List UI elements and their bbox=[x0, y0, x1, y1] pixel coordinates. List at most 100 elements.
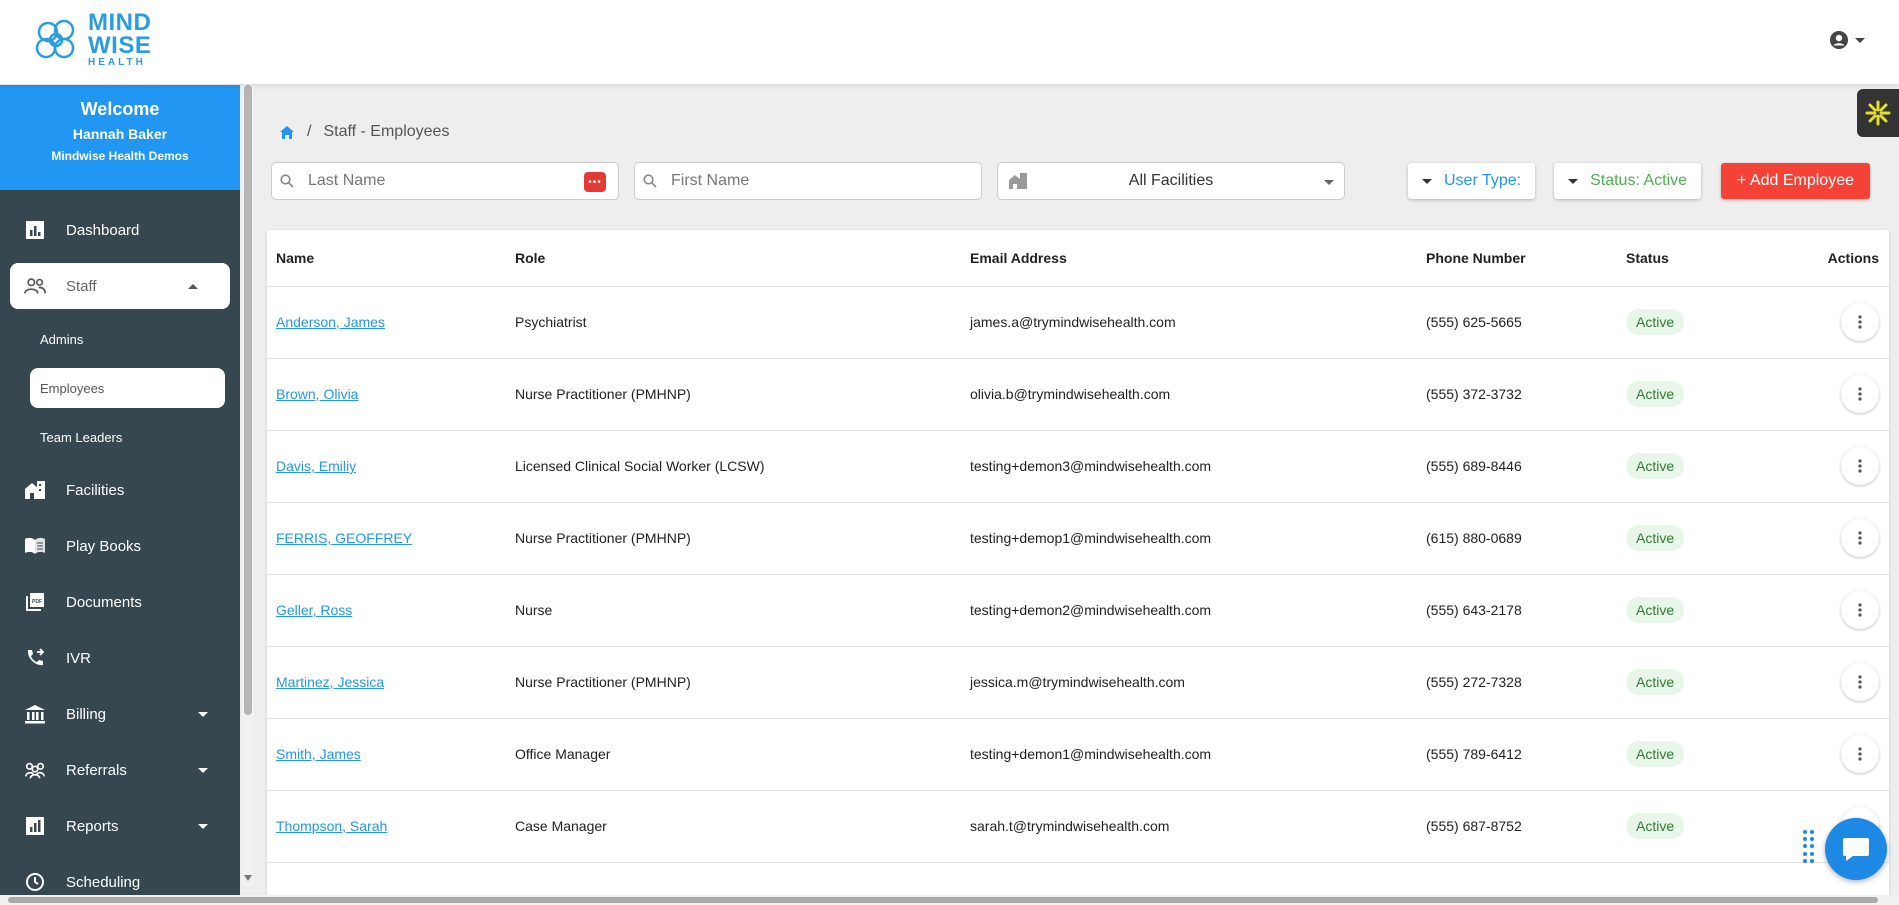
sidebar-nav: Dashboard Staff Admins Employees Team Le… bbox=[0, 190, 240, 905]
sidebar-item-referrals[interactable]: Referrals bbox=[0, 742, 240, 798]
chat-launcher-button[interactable] bbox=[1825, 818, 1887, 880]
sidebar-item-label: Documents bbox=[66, 593, 142, 611]
sidebar-item-play-books[interactable]: Play Books bbox=[0, 518, 240, 574]
sidebar-item-staff[interactable]: Staff bbox=[10, 263, 230, 309]
more-vert-icon bbox=[1858, 459, 1862, 473]
search-icon bbox=[643, 174, 657, 188]
table-row: Martinez, Jessica Nurse Practitioner (PM… bbox=[267, 646, 1889, 719]
account-circle-icon bbox=[1830, 31, 1848, 49]
logo-mark-icon bbox=[35, 19, 75, 58]
chevron-down-icon bbox=[1422, 178, 1432, 184]
row-actions-button[interactable] bbox=[1841, 447, 1879, 485]
employee-name-link[interactable]: Thompson, Sarah bbox=[276, 818, 387, 834]
scroll-down-arrow-icon[interactable] bbox=[244, 875, 252, 881]
book-icon bbox=[24, 535, 46, 557]
column-header-status[interactable]: Status bbox=[1617, 230, 1767, 287]
status-badge: Active bbox=[1626, 741, 1685, 767]
employee-phone: (555) 687-8752 bbox=[1417, 790, 1617, 863]
more-vert-icon bbox=[1858, 531, 1862, 545]
column-header-name[interactable]: Name bbox=[267, 230, 506, 287]
assistant-widget-tab[interactable] bbox=[1857, 89, 1899, 137]
status-badge: Active bbox=[1626, 597, 1685, 623]
logo-line-3: HEALTH bbox=[88, 56, 146, 68]
chevron-up-icon bbox=[188, 283, 198, 289]
dashboard-icon bbox=[24, 219, 46, 241]
employee-name-link[interactable]: Davis, Emiliy bbox=[276, 458, 356, 474]
employee-name-link[interactable]: FERRIS, GEOFFREY bbox=[276, 530, 412, 546]
employee-email: sarah.t@trymindwisehealth.com bbox=[961, 790, 1417, 863]
staff-icon bbox=[24, 275, 46, 297]
column-header-email[interactable]: Email Address bbox=[961, 230, 1417, 287]
row-actions-button[interactable] bbox=[1841, 519, 1879, 557]
row-actions-button[interactable] bbox=[1841, 735, 1879, 773]
employee-name-link[interactable]: Smith, James bbox=[276, 746, 361, 762]
facility-select[interactable]: All Facilities bbox=[997, 162, 1345, 200]
sidebar-subitem-admins[interactable]: Admins bbox=[0, 314, 240, 364]
employee-role: Nurse bbox=[506, 574, 961, 647]
employee-name-link[interactable]: Anderson, James bbox=[276, 314, 385, 330]
documents-icon: PDF bbox=[24, 591, 46, 613]
row-actions-button[interactable] bbox=[1841, 375, 1879, 413]
sidebar-item-billing[interactable]: Billing bbox=[0, 686, 240, 742]
welcome-panel: Welcome Hannah Baker Mindwise Health Dem… bbox=[0, 85, 240, 190]
sidebar-item-label: Staff bbox=[66, 277, 97, 295]
keyboard-icon[interactable]: ••• bbox=[584, 172, 606, 192]
employee-role: Nurse Practitioner (PMHNP) bbox=[506, 502, 961, 575]
home-icon[interactable] bbox=[279, 125, 295, 140]
first-name-field[interactable] bbox=[634, 162, 982, 200]
chevron-down-icon bbox=[1324, 180, 1334, 185]
sidebar-item-documents[interactable]: PDF Documents bbox=[0, 574, 240, 630]
row-actions-button[interactable] bbox=[1841, 663, 1879, 701]
status-badge: Active bbox=[1626, 813, 1685, 839]
last-name-field[interactable]: ••• bbox=[271, 162, 619, 200]
row-actions-button[interactable] bbox=[1841, 303, 1879, 341]
mindwise-logo[interactable]: MIND WISE HEALTH bbox=[32, 11, 151, 68]
reports-icon bbox=[24, 815, 46, 837]
sidebar-scrollbar-thumb[interactable] bbox=[244, 85, 252, 715]
row-actions-button[interactable] bbox=[1841, 591, 1879, 629]
employee-phone: (555) 643-2178 bbox=[1417, 574, 1617, 647]
add-employee-button[interactable]: + Add Employee bbox=[1721, 163, 1870, 199]
employee-name-link[interactable]: Brown, Olivia bbox=[276, 386, 358, 402]
sidebar-item-reports[interactable]: Reports bbox=[0, 798, 240, 854]
breadcrumb-current: Staff - Employees bbox=[323, 123, 450, 140]
column-header-role[interactable]: Role bbox=[506, 230, 961, 287]
employee-role: Nurse Practitioner (PMHNP) bbox=[506, 646, 961, 719]
user-type-button[interactable]: User Type: bbox=[1408, 163, 1536, 199]
status-badge: Active bbox=[1626, 669, 1685, 695]
status-badge: Active bbox=[1626, 309, 1685, 335]
referrals-icon bbox=[24, 759, 46, 781]
table-row: Brown, Olivia Nurse Practitioner (PMHNP)… bbox=[267, 358, 1889, 431]
sidebar-scrollbar[interactable] bbox=[242, 85, 254, 885]
user-menu[interactable] bbox=[1829, 30, 1865, 50]
sidebar-subitem-team-leaders[interactable]: Team Leaders bbox=[0, 412, 240, 462]
employee-phone: (555) 625-5665 bbox=[1417, 286, 1617, 359]
status-filter-label: Status: Active bbox=[1590, 172, 1688, 189]
table-row: Smith, James Office Manager testing+demo… bbox=[267, 718, 1889, 791]
main-content: / Staff - Employees ••• All Facilities U… bbox=[255, 85, 1899, 900]
employee-phone: (555) 372-3732 bbox=[1417, 358, 1617, 431]
horizontal-scrollbar-thumb[interactable] bbox=[8, 897, 1878, 903]
sidebar-subitem-employees[interactable]: Employees bbox=[30, 368, 225, 408]
status-badge: Active bbox=[1626, 453, 1685, 479]
sidebar-item-facilities[interactable]: Facilities bbox=[0, 462, 240, 518]
more-vert-icon bbox=[1858, 315, 1862, 329]
sidebar-item-label: Reports bbox=[66, 817, 119, 835]
sidebar-item-ivr[interactable]: IVR bbox=[0, 630, 240, 686]
employee-name-link[interactable]: Geller, Ross bbox=[276, 602, 352, 618]
last-name-input[interactable] bbox=[308, 172, 618, 190]
drag-handle-icon[interactable] bbox=[1803, 830, 1815, 864]
first-name-input[interactable] bbox=[671, 172, 981, 190]
sidebar-item-dashboard[interactable]: Dashboard bbox=[0, 202, 240, 258]
employee-email: olivia.b@trymindwisehealth.com bbox=[961, 358, 1417, 431]
employee-role: Nurse Practitioner (PMHNP) bbox=[506, 358, 961, 431]
employee-email: jessica.m@trymindwisehealth.com bbox=[961, 646, 1417, 719]
status-filter-button[interactable]: Status: Active bbox=[1554, 163, 1702, 199]
column-header-phone[interactable]: Phone Number bbox=[1417, 230, 1617, 287]
horizontal-scrollbar[interactable] bbox=[0, 895, 1899, 905]
employee-name-link[interactable]: Martinez, Jessica bbox=[276, 674, 384, 690]
chevron-down-icon bbox=[198, 711, 208, 717]
employee-role: Psychiatrist bbox=[506, 286, 961, 359]
table-row: Thompson, Sarah Case Manager sarah.t@try… bbox=[267, 790, 1889, 863]
table-row: FERRIS, GEOFFREY Nurse Practitioner (PMH… bbox=[267, 502, 1889, 575]
